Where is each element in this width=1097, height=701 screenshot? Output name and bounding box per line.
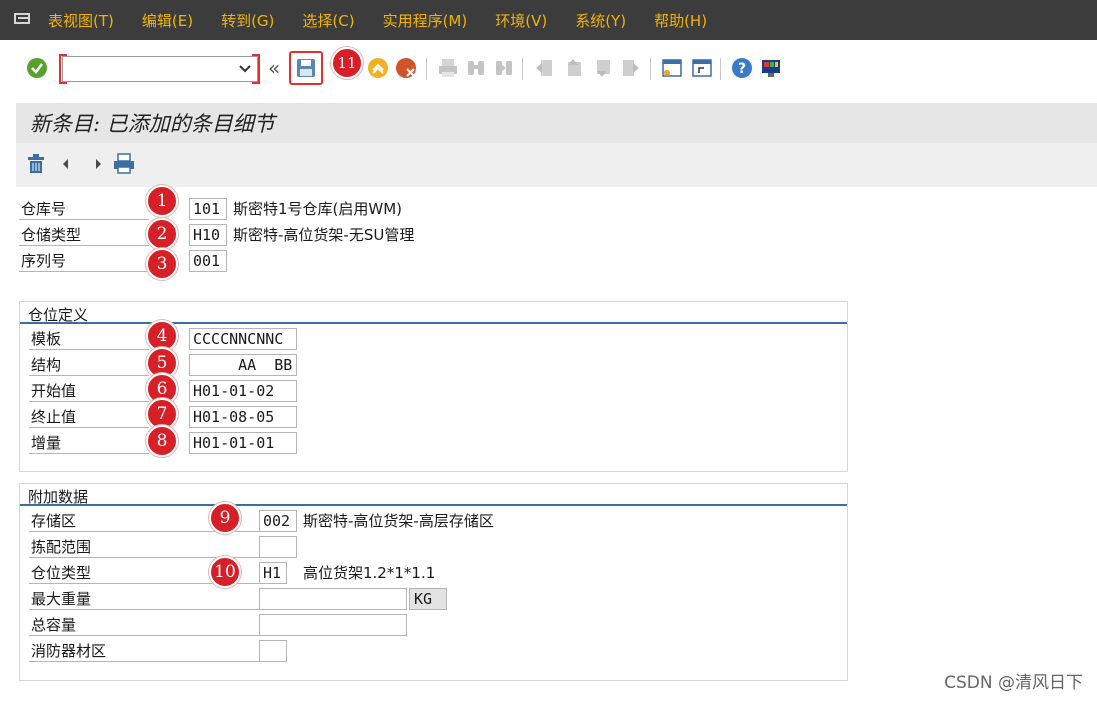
total-capacity-field[interactable]: [259, 614, 407, 636]
start-value-label: 开始值: [29, 380, 149, 402]
sequence-field[interactable]: 001: [189, 250, 227, 272]
toolbar-separator: [650, 58, 651, 80]
max-weight-label: 最大重量: [29, 588, 259, 610]
print-icon[interactable]: [436, 56, 460, 80]
menu-goto[interactable]: 转到(G): [221, 10, 274, 31]
menu-system[interactable]: 系统(Y): [575, 10, 626, 31]
annotation-badge: 1: [146, 185, 178, 217]
standard-toolbar: « ?: [0, 40, 1097, 100]
next-entry-icon[interactable]: [86, 152, 110, 176]
menu-edit[interactable]: 编辑(E): [142, 10, 193, 31]
total-capacity-label: 总容量: [29, 614, 259, 636]
bin-type-field[interactable]: H1: [259, 562, 287, 584]
bin-type-description: 高位货架1.2*1*1.1: [303, 564, 436, 582]
save-icon[interactable]: [294, 56, 318, 80]
fire-equipment-label: 消防器材区: [29, 640, 259, 662]
end-value-label: 终止值: [29, 406, 149, 428]
exit-icon[interactable]: [366, 56, 390, 80]
enter-check-icon[interactable]: [25, 56, 49, 80]
annotation-badge: 8: [146, 425, 178, 457]
cancel-icon[interactable]: [394, 56, 418, 80]
toolbar-separator: [426, 58, 427, 80]
delete-trash-icon[interactable]: [24, 152, 48, 176]
storage-type-description: 斯密特-高位货架-无SU管理: [233, 226, 415, 244]
last-page-icon[interactable]: [619, 56, 643, 80]
storage-section-field[interactable]: 002: [259, 510, 297, 532]
previous-page-icon[interactable]: [561, 56, 585, 80]
weight-unit-field[interactable]: KG: [409, 588, 447, 610]
help-icon[interactable]: ?: [730, 56, 754, 80]
menu-selection[interactable]: 选择(C): [302, 10, 354, 31]
page-title-bar: 新条目: 已添加的条目细节: [16, 103, 1097, 143]
fire-equipment-field[interactable]: [259, 640, 287, 662]
command-field[interactable]: [62, 56, 258, 82]
find-next-icon[interactable]: [492, 56, 516, 80]
sequence-label: 序列号: [19, 250, 149, 272]
start-value-field[interactable]: H01-01-02: [189, 380, 297, 402]
menu-environment[interactable]: 环境(V): [495, 10, 547, 31]
picking-area-field[interactable]: [259, 536, 297, 558]
template-label: 模板: [29, 328, 149, 350]
storage-type-label: 仓储类型: [19, 224, 149, 246]
watermark: CSDN @清风日下: [944, 673, 1083, 693]
group-divider: [20, 504, 847, 506]
annotation-badge: 2: [146, 218, 178, 250]
print-icon[interactable]: [112, 152, 136, 176]
storage-type-field[interactable]: H10: [189, 224, 227, 246]
structure-label: 结构: [29, 354, 149, 376]
chevron-down-icon[interactable]: [239, 65, 251, 73]
application-toolbar: [16, 143, 1097, 187]
end-value-field[interactable]: H01-08-05: [189, 406, 297, 428]
warehouse-label: 仓库号: [19, 198, 149, 220]
group-divider: [20, 322, 847, 324]
first-page-icon[interactable]: [532, 56, 556, 80]
template-field[interactable]: CCCCNNCNNC: [189, 328, 297, 350]
find-icon[interactable]: [464, 56, 488, 80]
annotation-badge: 9: [209, 502, 241, 534]
page-title: 新条目: 已添加的条目细节: [30, 112, 275, 136]
customize-layout-icon[interactable]: [759, 56, 783, 80]
warehouse-description: 斯密特1号仓库(启用WM): [233, 200, 403, 218]
toolbar-separator: [720, 58, 721, 80]
history-arrow-icon[interactable]: «: [268, 56, 280, 80]
annotation-badge: 3: [146, 248, 178, 280]
create-session-icon[interactable]: [660, 56, 684, 80]
structure-field[interactable]: AA BB: [189, 354, 297, 376]
annotation-badge: 11: [331, 47, 363, 79]
max-weight-field[interactable]: [259, 588, 407, 610]
command-field-bracket-right: [252, 54, 260, 84]
sap-menu-icon[interactable]: [12, 11, 36, 29]
warehouse-field[interactable]: 101: [189, 198, 227, 220]
increment-label: 增量: [29, 432, 149, 454]
menu-help[interactable]: 帮助(H): [654, 10, 707, 31]
menu-table-view[interactable]: 表视图(T): [48, 10, 114, 31]
previous-entry-icon[interactable]: [54, 152, 78, 176]
menu-utilities[interactable]: 实用程序(M): [383, 10, 468, 31]
annotation-badge: 10: [209, 556, 241, 588]
toolbar-separator: [522, 58, 523, 80]
increment-field[interactable]: H01-01-01: [189, 432, 297, 454]
storage-section-description: 斯密特-高位货架-高层存储区: [303, 512, 494, 530]
next-page-icon[interactable]: [590, 56, 614, 80]
shortcut-icon[interactable]: [690, 56, 714, 80]
picking-area-label: 拣配范围: [29, 536, 259, 558]
svg-text:?: ?: [738, 61, 746, 77]
menu-bar: 表视图(T) 编辑(E) 转到(G) 选择(C) 实用程序(M) 环境(V) 系…: [0, 0, 1097, 40]
